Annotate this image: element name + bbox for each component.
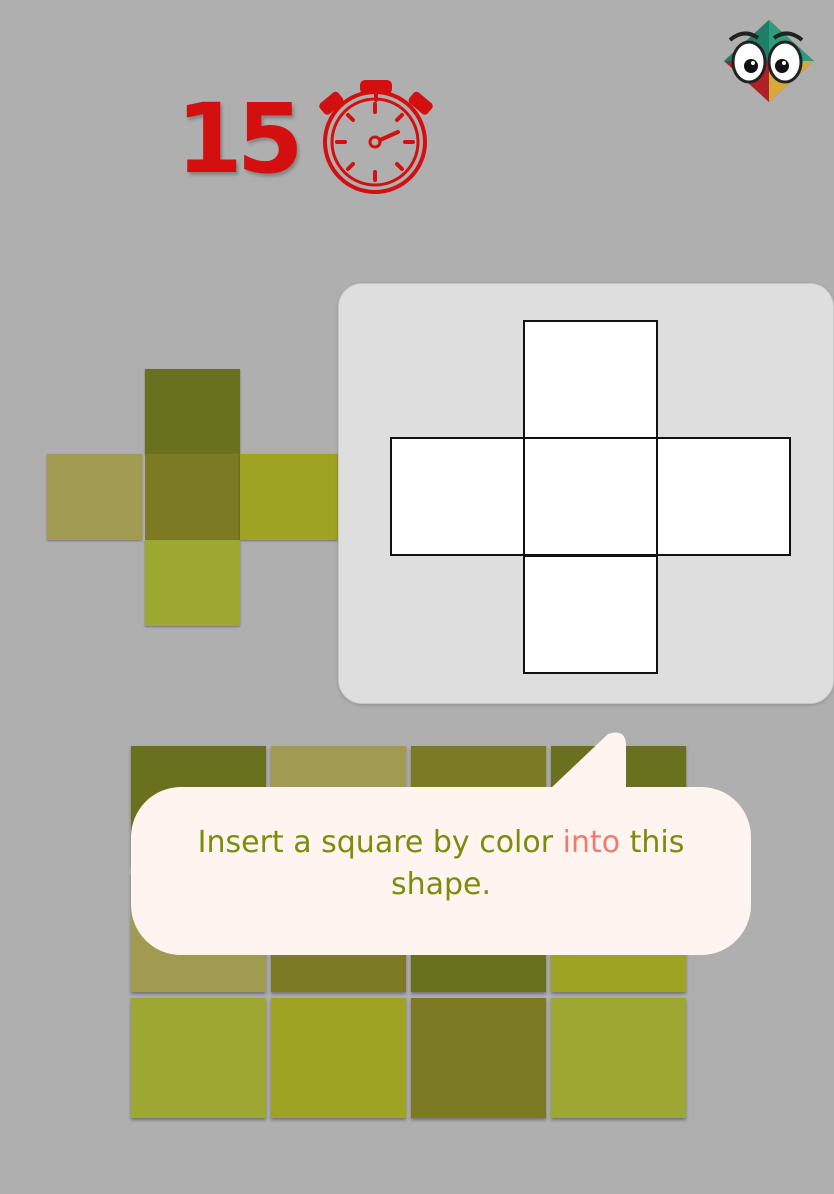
color-tile[interactable] [411,998,546,1118]
reference-cell-left [47,454,142,540]
reference-cell-right [240,454,338,540]
reference-cell-top [145,369,240,455]
target-panel [338,283,834,704]
color-tile[interactable] [551,998,686,1118]
stopwatch-icon [319,80,433,194]
target-slot-center[interactable] [523,437,658,556]
eyes-mascot-icon[interactable] [722,18,816,104]
reference-cell-center [145,454,240,540]
hint-text: Insert a square by color into this shape… [171,822,711,906]
target-slot-bottom[interactable] [523,555,658,674]
color-tile[interactable] [271,998,406,1118]
hint-text-before: Insert a square by color [197,825,563,860]
hint-text-highlight: into [562,825,621,860]
timer-seconds: 15 [176,83,304,195]
color-tile[interactable] [131,998,266,1118]
target-slot-left[interactable] [390,437,525,556]
target-slot-right[interactable] [656,437,791,556]
reference-cell-bottom [145,540,240,626]
target-slot-top[interactable] [523,320,658,439]
